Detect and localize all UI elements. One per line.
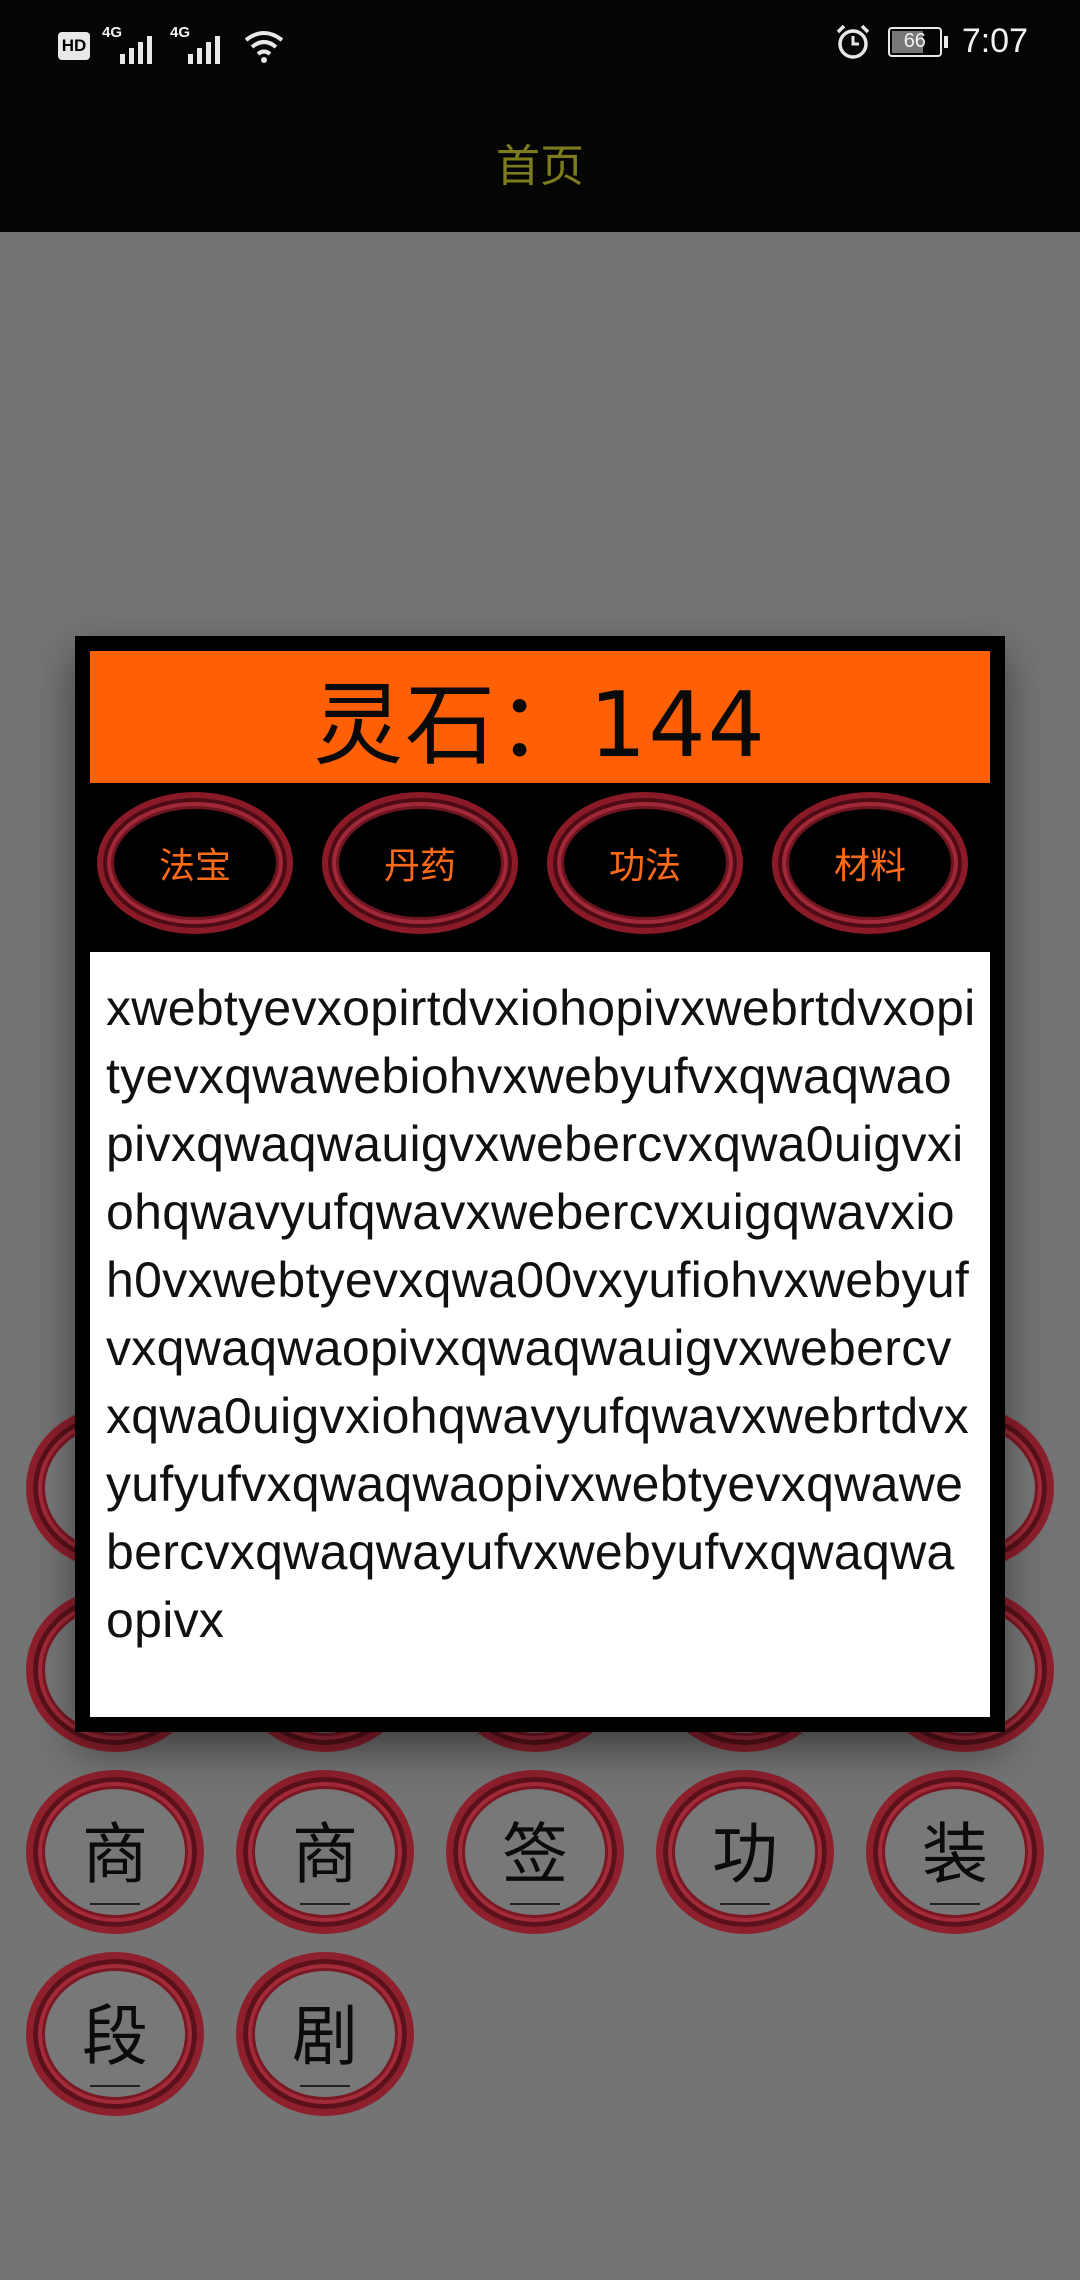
tab-label: 法宝 — [158, 846, 231, 887]
grid-button-label: 商 — [292, 1816, 358, 1893]
grid-button-shop[interactable]: 商 — [26, 1770, 204, 1934]
content-text: xwebtyevxopirtdvxiohopivxwebrtdvxopityev… — [106, 980, 976, 1648]
inventory-dialog: 灵石：144 法宝 丹药 功法 材料 xwebtyevxopirtdvxioho… — [75, 636, 1005, 1732]
grid-button-sign-in[interactable]: 签 — [446, 1770, 624, 1934]
tab-label: 丹药 — [383, 846, 456, 887]
grid-button-label: 商 — [82, 1816, 148, 1893]
spirit-stone-count: 灵石：144 — [313, 673, 767, 778]
battery-level: 66 — [903, 30, 926, 52]
tab-label: 材料 — [833, 846, 906, 887]
network-type-label: 4G — [102, 24, 123, 41]
alarm-icon — [836, 24, 870, 59]
grid-button-label: 签 — [502, 1816, 568, 1893]
category-tabs: 法宝 丹药 功法 材料 — [97, 792, 983, 942]
grid-button-skill[interactable]: 功 — [656, 1770, 834, 1934]
grid-button-label: 剧 — [292, 1998, 358, 2075]
tab-treasure[interactable]: 法宝 — [97, 792, 293, 934]
network-type-label: 4G — [170, 24, 191, 41]
tab-label: 功法 — [608, 846, 681, 887]
status-left: HD 4G 4G — [58, 24, 286, 64]
spirit-stone-header: 灵石：144 — [90, 651, 990, 783]
grid-button-shop-2[interactable]: 商 — [236, 1770, 414, 1934]
page-title: 首页 — [496, 141, 584, 192]
battery-icon: 66 — [887, 26, 942, 57]
signal-icon: 4G — [170, 24, 228, 64]
tab-techniques[interactable]: 功法 — [547, 792, 743, 934]
grid-button-story[interactable]: 剧 — [236, 1952, 414, 2116]
clock: 7:07 — [961, 22, 1028, 60]
grid-button-rank[interactable]: 段 — [26, 1952, 204, 2116]
grid-button-label: 装 — [922, 1816, 988, 1893]
wifi-icon — [244, 31, 284, 63]
signal-icon: 4G — [102, 24, 160, 64]
status-right: 66 7:07 — [834, 22, 1028, 61]
hd-icon: HD — [58, 32, 90, 60]
tab-materials[interactable]: 材料 — [772, 792, 968, 934]
app-title-bar: 首页 — [0, 92, 1080, 232]
tab-pills[interactable]: 丹药 — [322, 792, 518, 934]
grid-button-label: 段 — [82, 1998, 148, 2075]
item-list-content[interactable]: xwebtyevxopirtdvxiohopivxwebrtdvxopityev… — [90, 952, 990, 1717]
grid-button-equipment[interactable]: 装 — [866, 1770, 1044, 1934]
status-bar: HD 4G 4G 66 7:07 — [0, 0, 1080, 92]
grid-button-label: 功 — [712, 1816, 778, 1893]
